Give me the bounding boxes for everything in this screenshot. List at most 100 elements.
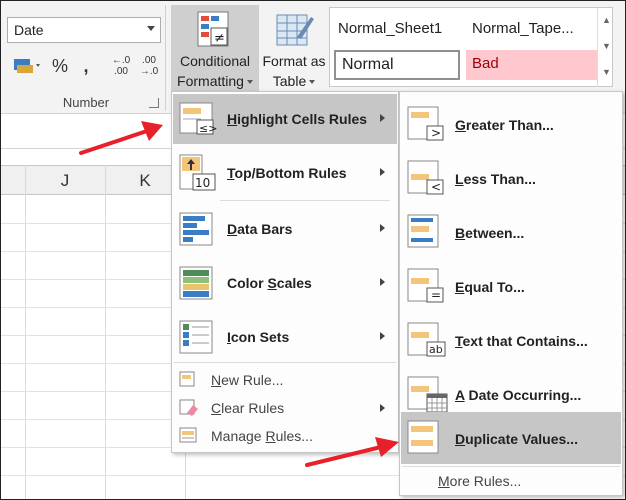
menu-item-label: Highlight Cells Rules <box>227 111 368 127</box>
increase-decimal-button[interactable]: ←.0 .00 <box>109 51 133 81</box>
svg-text:≤>: ≤> <box>199 122 217 135</box>
conditional-formatting-menu: ≤> Highlight Cells Rules 10 Top/Bottom R… <box>171 91 399 453</box>
svg-text:10: 10 <box>195 176 210 190</box>
data-bars-icon <box>179 212 213 246</box>
color-scales-icon <box>179 266 213 300</box>
submenu-item-equal-to[interactable]: = Equal To... <box>401 262 621 312</box>
style-normal-tape[interactable]: Normal_Tape... <box>472 20 574 37</box>
more-styles-icon[interactable]: ▼ <box>598 59 615 85</box>
format-as-table-icon <box>276 14 314 46</box>
manage-rules-icon <box>179 427 197 443</box>
top-bottom-icon: 10 <box>179 154 216 191</box>
menu-item-label: Manage Rules... <box>211 428 313 444</box>
number-format-select[interactable]: Date <box>7 17 161 43</box>
scroll-down-icon[interactable]: ▼ <box>598 33 615 59</box>
equal-to-icon: = <box>407 268 444 303</box>
menu-item-label: Icon Sets <box>227 329 290 345</box>
conditional-formatting-label: Conditional Formatting <box>171 51 259 91</box>
comma-style-button[interactable]: , <box>75 51 97 81</box>
submenu-item-less-than[interactable]: < Less Than... <box>401 154 621 204</box>
svg-text:<: < <box>431 180 441 194</box>
submenu-item-label: Equal To... <box>455 279 525 295</box>
currency-icon <box>14 59 40 73</box>
menu-item-top-bottom-rules[interactable]: 10 Top/Bottom Rules <box>173 148 397 198</box>
dropdown-caret-icon <box>246 80 253 85</box>
increase-decimal-top: ←.0 <box>111 55 131 66</box>
menu-item-data-bars[interactable]: Data Bars <box>173 204 397 254</box>
style-bad[interactable]: Bad <box>466 50 598 80</box>
svg-text:>: > <box>431 126 441 140</box>
menu-item-label: New Rule... <box>211 372 284 388</box>
submenu-item-label: Greater Than... <box>455 117 554 133</box>
svg-text:=: = <box>431 288 441 302</box>
style-normal[interactable]: Normal <box>334 50 460 80</box>
submenu-arrow-icon <box>380 278 385 286</box>
fat-label-line2: Table <box>272 73 307 89</box>
conditional-formatting-icon: ≠ <box>197 11 229 47</box>
greater-than-icon: > <box>407 106 444 141</box>
highlight-cells-rules-submenu: > Greater Than... < Less Than... Between… <box>399 91 623 496</box>
decrease-decimal-top: .00 <box>142 55 156 66</box>
menu-separator <box>220 200 390 201</box>
comma-symbol: , <box>83 55 89 76</box>
submenu-item-label: More Rules... <box>438 473 522 489</box>
fat-label-line1: Format as <box>262 53 326 69</box>
menu-separator <box>174 362 396 363</box>
submenu-arrow-icon <box>380 332 385 340</box>
submenu-item-text-contains[interactable]: ab Text that Contains... <box>401 316 621 366</box>
styles-scroll: ▲ ▼ ▼ <box>597 7 615 87</box>
svg-text:ab: ab <box>429 343 443 356</box>
menu-item-new-rule[interactable]: New Rule... <box>173 366 397 394</box>
menu-item-label: Data Bars <box>227 221 293 237</box>
eraser-icon <box>179 399 198 416</box>
menu-item-label: Clear Rules <box>211 400 285 416</box>
submenu-item-label: Between... <box>455 225 525 241</box>
submenu-item-more-rules[interactable]: More Rules... <box>401 468 621 494</box>
submenu-item-label: Duplicate Values... <box>455 431 578 447</box>
submenu-arrow-icon <box>380 224 385 232</box>
submenu-arrow-icon <box>380 168 385 176</box>
scroll-up-icon[interactable]: ▲ <box>598 7 615 33</box>
text-contains-icon: ab <box>407 322 446 357</box>
calendar-icon <box>407 376 448 413</box>
cf-label-line2: Formatting <box>177 73 244 89</box>
menu-item-color-scales[interactable]: Color Scales <box>173 258 397 308</box>
submenu-item-between[interactable]: Between... <box>401 208 621 258</box>
style-normal-sheet1[interactable]: Normal_Sheet1 <box>338 20 442 37</box>
menu-separator <box>402 466 620 467</box>
submenu-item-label: Less Than... <box>455 171 536 187</box>
percent-style-button[interactable]: % <box>49 51 71 81</box>
svg-text:≠: ≠ <box>214 31 225 46</box>
submenu-item-label: A Date Occurring... <box>455 387 582 403</box>
number-group-label: Number <box>62 95 110 110</box>
grid-line <box>105 165 106 499</box>
grid-line <box>25 165 26 499</box>
icon-sets-icon <box>179 320 213 354</box>
column-header-j[interactable]: J <box>25 171 105 191</box>
submenu-item-duplicate-values[interactable]: Duplicate Values... <box>401 412 621 464</box>
duplicate-values-icon <box>407 420 439 454</box>
submenu-item-label: Text that Contains... <box>455 333 588 349</box>
accounting-format-button[interactable] <box>9 51 45 81</box>
between-icon <box>407 214 439 248</box>
menu-item-clear-rules[interactable]: Clear Rules <box>173 394 397 422</box>
cell-styles-gallery: Normal_Sheet1 Normal_Tape... Normal Bad <box>329 7 613 87</box>
menu-item-highlight-cells-rules[interactable]: ≤> Highlight Cells Rules <box>173 94 397 144</box>
dialog-launcher-icon[interactable] <box>149 98 159 108</box>
percent-symbol: % <box>51 55 68 76</box>
menu-item-icon-sets[interactable]: Icon Sets <box>173 312 397 362</box>
submenu-arrow-icon <box>380 404 385 412</box>
chevron-down-icon <box>147 26 155 31</box>
excel-window: Date % , ←.0 .00 .00 →.0 Number ≠ Condit… <box>0 0 626 500</box>
decrease-decimal-button[interactable]: .00 →.0 <box>137 51 161 81</box>
group-separator <box>165 5 166 111</box>
decrease-decimal-bottom: →.0 <box>139 66 159 77</box>
submenu-item-greater-than[interactable]: > Greater Than... <box>401 100 621 150</box>
submenu-arrow-icon <box>380 114 385 122</box>
dropdown-caret-icon <box>309 80 316 85</box>
menu-item-label: Color Scales <box>227 275 312 291</box>
cf-label-line1: Conditional <box>179 53 251 69</box>
annotation-arrow-icon <box>79 121 163 155</box>
annotation-arrow-icon <box>305 437 399 467</box>
less-than-icon: < <box>407 160 444 195</box>
